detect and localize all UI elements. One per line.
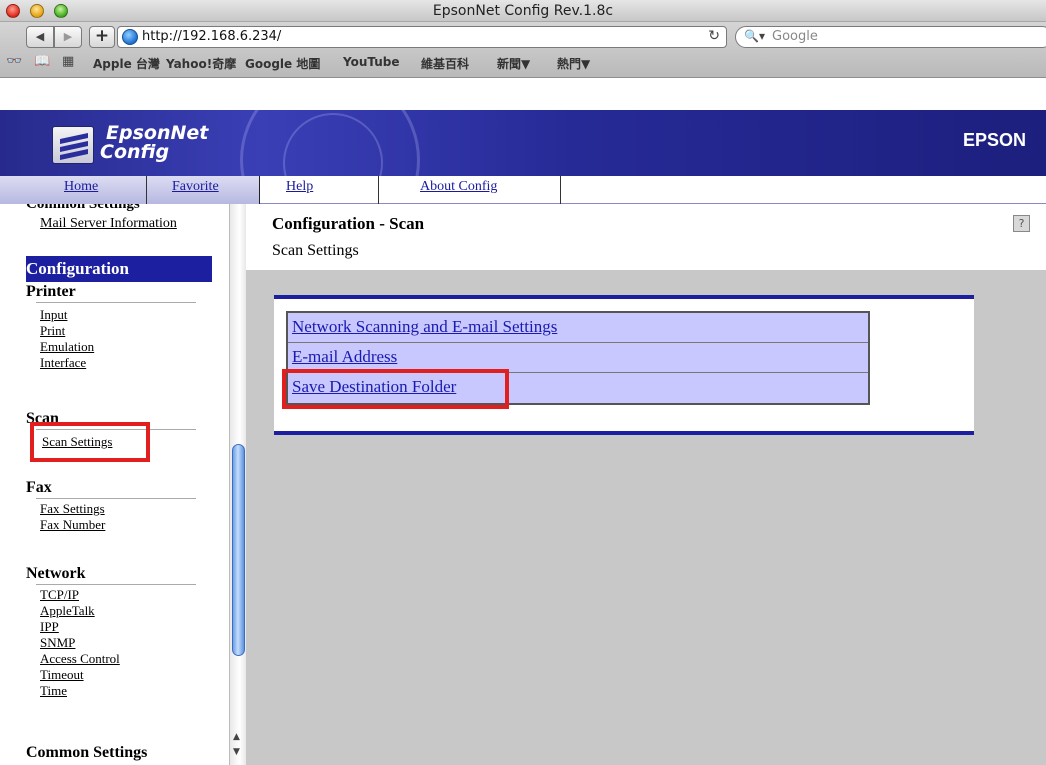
sidebar-item-tcpip[interactable]: TCP/IP <box>40 587 79 603</box>
sidebar-item-interface[interactable]: Interface <box>40 355 86 371</box>
back-button[interactable]: ◀ <box>26 26 54 48</box>
scrollbar-thumb[interactable] <box>232 444 245 656</box>
sidebar-heading-common-settings: Common Settings <box>26 744 148 761</box>
search-field[interactable]: 🔍▾ Google <box>735 26 1046 48</box>
sidebar-item-input[interactable]: Input <box>40 307 67 323</box>
globe-icon <box>122 29 138 45</box>
forward-button[interactable]: ▶ <box>54 26 82 48</box>
scroll-down-arrow-icon[interactable]: ▼ <box>233 747 240 757</box>
bookmark-yahoo[interactable]: Yahoo!奇摩 <box>166 55 236 72</box>
sidebar-item-appletalk[interactable]: AppleTalk <box>40 603 95 619</box>
bookmark-youtube[interactable]: YouTube <box>343 55 400 69</box>
sidebar-heading-printer: Printer <box>26 283 76 300</box>
epsonnet-logo-icon <box>52 126 94 164</box>
sidebar-divider <box>36 584 196 585</box>
sidebar-item-timeout[interactable]: Timeout <box>40 667 84 683</box>
address-bar[interactable]: http://192.168.6.234/ ↻ <box>117 26 727 48</box>
url-text[interactable]: http://192.168.6.234/ <box>142 29 281 44</box>
book-icon[interactable]: 📖 <box>34 54 50 69</box>
sidebar-heading-network: Network <box>26 565 86 582</box>
menu-favorite[interactable]: Favorite <box>172 179 219 195</box>
window-title: EpsonNet Config Rev.1.8c <box>432 3 614 19</box>
sidebar-heading-configuration: Configuration <box>26 256 212 282</box>
menu-home[interactable]: Home <box>64 179 98 195</box>
scroll-up-arrow-icon[interactable]: ▲ <box>233 732 240 742</box>
sidebar-item-snmp[interactable]: SNMP <box>40 635 75 651</box>
reading-glasses-icon[interactable]: 👓 <box>6 54 22 69</box>
browser-toolbar: ◀ ▶ + http://192.168.6.234/ ↻ 🔍▾ Google … <box>0 22 1046 78</box>
bookmark-google-maps[interactable]: Google 地圖 <box>245 55 320 72</box>
save-destination-highlight <box>282 369 509 409</box>
window-titlebar: EpsonNet Config Rev.1.8c <box>0 0 1046 22</box>
menu-left-panel <box>0 176 260 204</box>
search-placeholder: Google <box>772 29 818 44</box>
page-title: Configuration - Scan <box>272 214 425 233</box>
top-sites-grid-icon[interactable]: ▦ <box>62 54 74 69</box>
sidebar-item-ipp[interactable]: IPP <box>40 619 59 635</box>
bookmarks-bar: 👓 📖 ▦ Apple 台灣 Yahoo!奇摩 Google 地圖 YouTub… <box>0 52 1046 74</box>
settings-panel: Network Scanning and E-mail Settings E-m… <box>274 295 974 435</box>
bookmark-popular[interactable]: 熱門▼ <box>557 55 590 72</box>
sidebar-heading-partial: Common Settings <box>26 204 140 212</box>
menu-help[interactable]: Help <box>286 179 313 195</box>
scan-settings-highlight <box>30 422 150 462</box>
menu-about-config[interactable]: About Config <box>420 179 497 195</box>
sidebar-divider <box>36 302 196 303</box>
sidebar: Common Settings Mail Server Information … <box>0 204 246 765</box>
epson-brand: EPSON <box>962 130 1026 150</box>
sidebar-item-fax-number[interactable]: Fax Number <box>40 517 105 533</box>
sidebar-item-access-control[interactable]: Access Control <box>40 651 120 667</box>
bookmark-wikipedia[interactable]: 維基百科 <box>421 55 469 72</box>
menu-divider <box>378 176 379 204</box>
app-header: EpsonNet Config EPSON <box>0 110 1046 176</box>
menu-divider <box>146 176 147 204</box>
page-subtitle: Scan Settings <box>272 242 359 259</box>
help-icon[interactable]: ? <box>1013 215 1030 232</box>
sidebar-item-fax-settings[interactable]: Fax Settings <box>40 501 105 517</box>
menu-divider <box>560 176 561 204</box>
top-menu: Home Favorite Help About Config <box>0 176 1046 204</box>
compass-decoration <box>240 110 420 176</box>
add-bookmark-button[interactable]: + <box>89 26 115 48</box>
sidebar-scrollbar[interactable]: ▲ ▼ <box>229 204 246 765</box>
reload-icon[interactable]: ↻ <box>708 28 720 44</box>
sidebar-heading-fax: Fax <box>26 479 52 496</box>
sidebar-item-mail-server-information[interactable]: Mail Server Information <box>40 216 177 232</box>
content-header: Configuration - Scan Scan Settings ? <box>246 204 1046 270</box>
sidebar-divider <box>36 498 196 499</box>
app-logo-text: EpsonNet Config <box>100 124 208 162</box>
bookmark-apple[interactable]: Apple 台灣 <box>93 55 160 72</box>
main-content: Configuration - Scan Scan Settings ? Net… <box>246 204 1046 765</box>
search-icon: 🔍▾ <box>744 29 765 43</box>
link-network-scanning-email-settings[interactable]: Network Scanning and E-mail Settings <box>288 313 868 343</box>
sidebar-item-emulation[interactable]: Emulation <box>40 339 94 355</box>
sidebar-item-print[interactable]: Print <box>40 323 65 339</box>
bookmark-news[interactable]: 新聞▼ <box>497 55 530 72</box>
logo-line-2: Config <box>100 141 170 163</box>
sidebar-item-time[interactable]: Time <box>40 683 67 699</box>
